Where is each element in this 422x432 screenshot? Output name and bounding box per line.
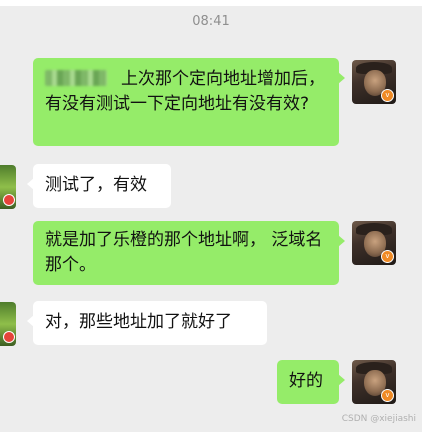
contact-avatar[interactable] — [0, 165, 16, 209]
message-text: 好的 — [289, 371, 323, 391]
avatar-badge-icon: v — [381, 89, 394, 102]
watermark: CSDN @xiejiashi — [341, 414, 416, 424]
user-avatar[interactable]: v — [352, 60, 396, 104]
message-bubble-incoming[interactable]: 测试了，有效 — [27, 164, 171, 208]
contact-badge-icon — [3, 331, 15, 343]
avatar-badge-icon: v — [381, 250, 394, 263]
chat-screen: 08:41 上次那个定向地址增加后，有没有测试一下定向地址有没有效? v 测试了… — [0, 0, 422, 432]
user-avatar[interactable]: v — [352, 221, 396, 265]
message-text: 就是加了乐橙的那个地址啊， 泛域名那个。 — [45, 230, 323, 275]
contact-avatar[interactable] — [0, 302, 16, 346]
message-text: 对，那些地址加了就好了 — [45, 312, 232, 332]
user-avatar[interactable]: v — [352, 360, 396, 404]
message-timestamp: 08:41 — [192, 14, 230, 29]
message-bubble-incoming[interactable]: 对，那些地址加了就好了 — [27, 301, 267, 345]
message-bubble-outgoing[interactable]: 好的 — [277, 360, 345, 404]
avatar-badge-icon: v — [381, 389, 394, 402]
message-text: 测试了，有效 — [45, 175, 147, 195]
message-bubble-outgoing[interactable]: 上次那个定向地址增加后，有没有测试一下定向地址有没有效? — [33, 58, 345, 146]
redacted-name-blur — [45, 70, 107, 86]
message-bubble-outgoing[interactable]: 就是加了乐橙的那个地址啊， 泛域名那个。 — [33, 221, 345, 285]
top-strip — [0, 0, 422, 6]
contact-badge-icon — [3, 194, 15, 206]
